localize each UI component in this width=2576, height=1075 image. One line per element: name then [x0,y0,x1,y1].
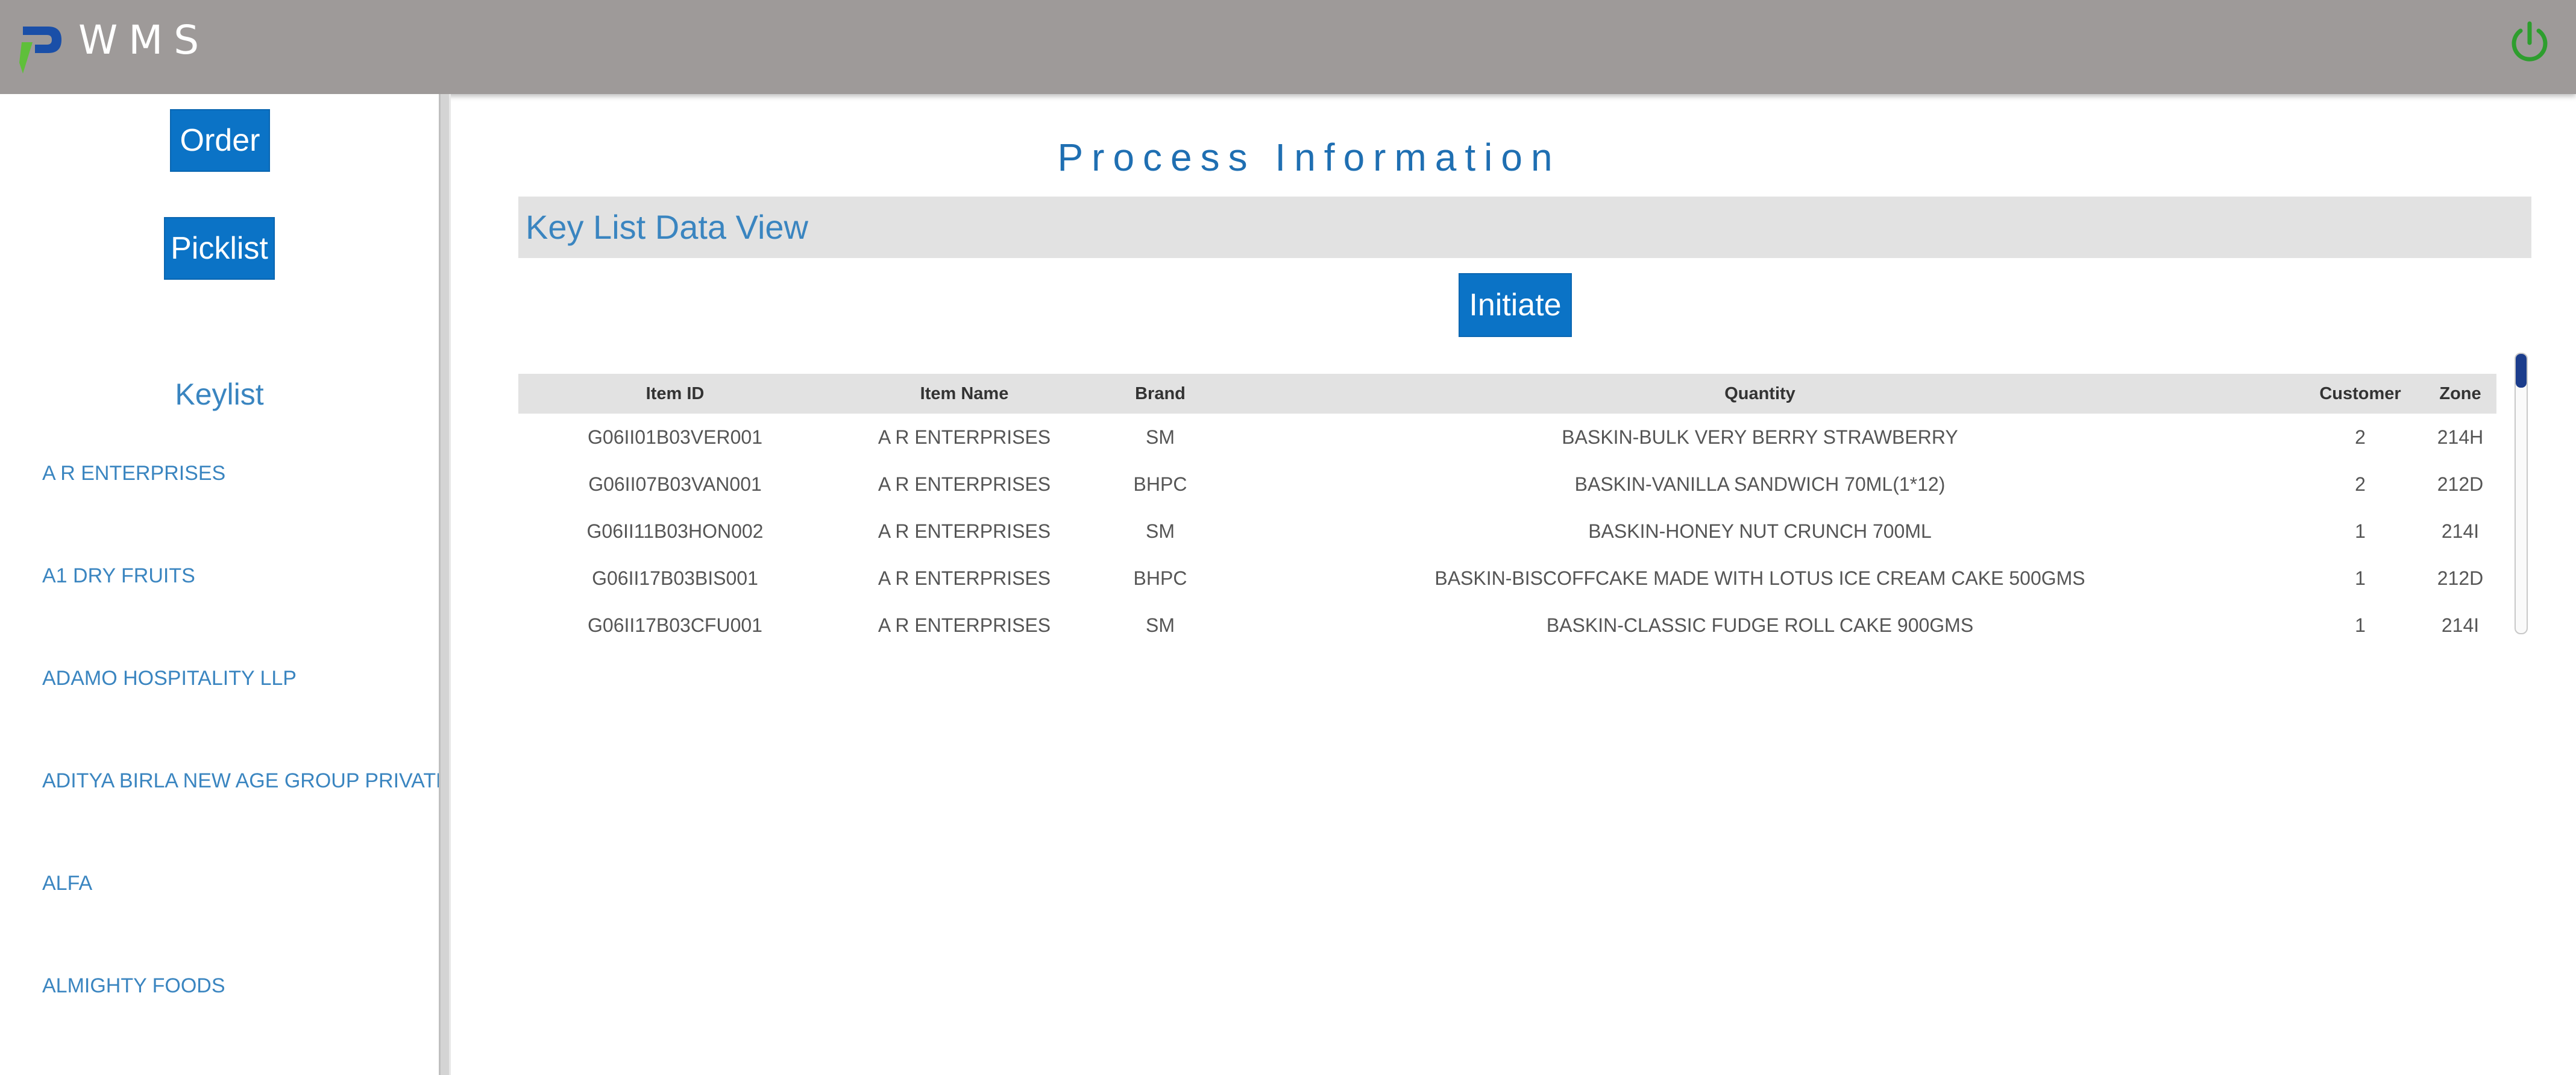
cell-brand: BHPC [1133,473,1187,495]
cell-quantity: BASKIN-VANILLA SANDWICH 70ML(1*12) [1574,473,1946,495]
keylist-item[interactable]: ALFA [42,872,439,895]
picklist-button[interactable]: Picklist [164,217,275,280]
column-header-customer[interactable]: Customer [2296,374,2424,414]
cell-item-id: G06II17B03BIS001 [592,567,758,589]
cell-customer: 2 [2355,473,2366,495]
cell-customer: 2 [2355,426,2366,448]
cell-item-name: A R ENTERPRISES [878,426,1051,448]
power-icon[interactable] [2507,20,2552,65]
cell-zone: 214I [2441,520,2480,542]
app-title: WMS [78,17,210,63]
cell-brand: SM [1146,614,1175,634]
keylist-item[interactable]: A R ENTERPRISES [42,462,439,485]
section-title: Key List Data View [526,208,808,246]
column-header-zone[interactable]: Zone [2424,374,2496,414]
logo-icon [19,27,61,74]
cell-zone: 212D [2437,473,2484,495]
table-row[interactable]: G06II01B03VER001 A R ENTERPRISES SM BASK… [518,414,2496,461]
order-button[interactable]: Order [170,109,270,172]
cell-quantity: BASKIN-BISCOFFCAKE MADE WITH LOTUS ICE C… [1434,567,2085,589]
key-list-table[interactable]: Item ID Item Name Brand Quantity Custome… [518,374,2496,633]
cell-customer: 1 [2355,567,2366,589]
cell-item-id: G06II11B03HON002 [586,520,764,542]
column-header-item-name[interactable]: Item Name [832,374,1097,414]
column-header-item-id[interactable]: Item ID [518,374,832,414]
keylist-item[interactable]: ADITYA BIRLA NEW AGE GROUP PRIVATE LIMIT… [42,769,439,793]
cell-item-id: G06II01B03VER001 [588,426,762,448]
table-scrollbar[interactable] [2515,353,2528,634]
initiate-button[interactable]: Initiate [1459,273,1572,337]
cell-item-name: A R ENTERPRISES [878,473,1051,495]
cell-zone: 214H [2437,426,2484,448]
cell-brand: SM [1146,520,1175,542]
cell-quantity: BASKIN-HONEY NUT CRUNCH 700ML [1588,520,1932,542]
cell-zone: 212D [2437,567,2484,589]
table-header-row: Item ID Item Name Brand Quantity Custome… [518,374,2496,414]
table-row[interactable]: G06II07B03VAN001 A R ENTERPRISES BHPC BA… [518,461,2496,508]
cell-quantity: BASKIN-CLASSIC FUDGE ROLL CAKE 900GMS [1546,614,1974,634]
sidebar-divider[interactable] [439,94,451,1075]
column-header-quantity[interactable]: Quantity [1224,374,2296,414]
keylist-item[interactable]: A1 DRY FRUITS [42,564,439,588]
cell-zone: 214I [2441,614,2480,634]
section-header: Key List Data View [518,197,2531,258]
page-title: Process Information [1057,136,1561,179]
keylist-item[interactable]: ADAMO HOSPITALITY LLP [42,667,439,690]
cell-item-name: A R ENTERPRISES [878,567,1051,589]
cell-customer: 1 [2355,614,2366,634]
cell-brand: SM [1146,426,1175,448]
keylist-item[interactable]: ALMIGHTY FOODS [42,974,439,998]
keylist-title: Keylist [175,377,264,411]
scrollbar-thumb[interactable] [2516,354,2527,388]
cell-brand: BHPC [1133,567,1187,589]
cell-customer: 1 [2355,520,2366,542]
column-header-brand[interactable]: Brand [1097,374,1224,414]
cell-item-name: A R ENTERPRISES [878,614,1051,634]
cell-item-id: G06II17B03CFU001 [588,614,762,634]
table-row[interactable]: G06II17B03CFU001 A R ENTERPRISES SM BASK… [518,602,2496,634]
table-row[interactable]: G06II11B03HON002 A R ENTERPRISES SM BASK… [518,508,2496,555]
cell-item-name: A R ENTERPRISES [878,520,1051,542]
cell-quantity: BASKIN-BULK VERY BERRY STRAWBERRY [1562,426,1958,448]
table-row[interactable]: G06II17B03BIS001 A R ENTERPRISES BHPC BA… [518,555,2496,602]
top-bar: WMS [0,0,2576,94]
cell-item-id: G06II07B03VAN001 [588,473,762,495]
